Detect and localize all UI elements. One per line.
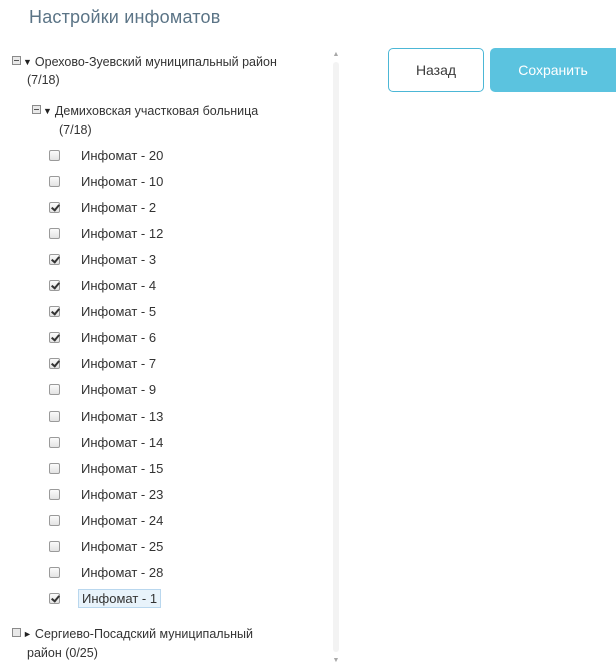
tree-node-district-1-count: (7/18) <box>27 73 60 87</box>
infomat-item-label[interactable]: Инфомат - 28 <box>78 563 166 582</box>
infomat-item[interactable]: Инфомат - 9 <box>49 380 159 400</box>
infomat-item-label[interactable]: Инфомат - 1 <box>78 589 162 609</box>
infomat-checkbox[interactable] <box>49 410 60 422</box>
infomat-item[interactable]: Инфомат - 28 <box>49 563 166 583</box>
scroll-thumb[interactable] <box>333 62 339 652</box>
infomat-item-label[interactable]: Инфомат - 2 <box>78 198 159 217</box>
tree-node-district-1-label: Орехово-Зуевский муниципальный район <box>34 55 277 69</box>
page-title: Настройки инфоматов <box>29 7 221 27</box>
tree-node-hospital[interactable]: ▼ Демиховская участковая больница <box>32 103 258 119</box>
infomat-checkbox[interactable] <box>49 280 60 291</box>
infomat-item-label[interactable]: Инфомат - 10 <box>78 172 166 191</box>
infomat-item-label[interactable]: Инфомат - 12 <box>78 224 166 243</box>
infomat-checkbox[interactable] <box>49 175 60 187</box>
infomat-item[interactable]: Инфомат - 15 <box>49 458 166 478</box>
infomat-checkbox[interactable] <box>49 514 60 526</box>
infomat-item-label[interactable]: Инфомат - 3 <box>78 250 159 269</box>
infomat-item[interactable]: Инфомат - 6 <box>49 328 159 348</box>
infomat-tree-panel[interactable]: ▼ Орехово-Зуевский муниципальный район (7… <box>8 48 340 667</box>
infomat-item[interactable]: Инфомат - 13 <box>49 406 166 426</box>
infomat-item[interactable]: Инфомат - 4 <box>49 276 159 296</box>
infomat-item[interactable]: Инфомат - 12 <box>49 223 166 243</box>
infomat-item[interactable]: Инфомат - 10 <box>49 171 166 191</box>
scroll-up-icon[interactable]: ▲ <box>332 51 340 59</box>
infomat-checkbox[interactable] <box>49 462 60 474</box>
tree-node-district-2-label: Сергиево-Посадский муниципальный <box>34 627 253 641</box>
infomat-checkbox[interactable] <box>49 149 60 161</box>
infomat-checkbox[interactable] <box>49 541 60 552</box>
back-button[interactable]: Назад <box>388 48 484 92</box>
infomat-item[interactable]: Инфомат - 25 <box>49 537 166 557</box>
infomat-item[interactable]: Инфомат - 20 <box>49 145 166 165</box>
infomat-item-label[interactable]: Инфомат - 7 <box>78 354 159 373</box>
infomat-checkbox[interactable] <box>49 201 60 213</box>
infomat-item-label[interactable]: Инфомат - 4 <box>78 276 159 295</box>
infomat-checkbox[interactable] <box>49 567 60 579</box>
infomat-checkbox[interactable] <box>49 227 60 239</box>
infomat-checkbox[interactable] <box>49 593 60 605</box>
infomat-checkbox[interactable] <box>49 436 60 448</box>
infomat-checkbox[interactable] <box>49 253 60 265</box>
infomat-item-label[interactable]: Инфомат - 5 <box>78 302 159 321</box>
infomat-item-label[interactable]: Инфомат - 20 <box>78 146 166 165</box>
infomat-checkbox[interactable] <box>49 358 60 370</box>
infomat-item-label[interactable]: Инфомат - 15 <box>78 459 166 478</box>
infomat-checkbox[interactable] <box>49 332 60 344</box>
infomat-item-label[interactable]: Инфомат - 25 <box>78 537 166 556</box>
infomat-checkbox[interactable] <box>49 384 60 396</box>
tree-node-district-1[interactable]: ▼ Орехово-Зуевский муниципальный район <box>12 54 277 70</box>
square-box-icon[interactable] <box>12 628 21 637</box>
infomat-item-label[interactable]: Инфомат - 6 <box>78 328 159 347</box>
infomat-item-label[interactable]: Инфомат - 13 <box>78 407 166 426</box>
scroll-down-icon[interactable]: ▼ <box>332 657 340 665</box>
save-button[interactable]: Сохранить <box>490 48 616 92</box>
infomat-item-label[interactable]: Инфомат - 23 <box>78 485 166 504</box>
infomat-item[interactable]: Инфомат - 7 <box>49 354 159 374</box>
collapse-icon[interactable] <box>32 105 41 114</box>
triangle-down-icon[interactable]: ▼ <box>43 103 52 119</box>
infomat-checkbox[interactable] <box>49 306 60 318</box>
infomat-item-label[interactable]: Инфомат - 14 <box>78 433 166 452</box>
infomat-item[interactable]: Инфомат - 23 <box>49 484 166 504</box>
triangle-down-icon[interactable]: ▼ <box>23 54 32 70</box>
infomat-item[interactable]: Инфомат - 2 <box>49 197 159 217</box>
infomat-item-label[interactable]: Инфомат - 24 <box>78 511 166 530</box>
infomat-item[interactable]: Инфомат - 14 <box>49 432 166 452</box>
tree-node-district-2[interactable]: ► Сергиево-Посадский муниципальный <box>12 626 253 642</box>
infomat-checkbox[interactable] <box>49 488 60 500</box>
infomat-item[interactable]: Инфомат - 1 <box>49 589 162 609</box>
tree-node-hospital-count: (7/18) <box>59 123 92 137</box>
infomat-item[interactable]: Инфомат - 5 <box>49 302 159 322</box>
infomat-item-label[interactable]: Инфомат - 9 <box>78 380 159 399</box>
infomat-item[interactable]: Инфомат - 3 <box>49 249 159 269</box>
tree-node-hospital-label: Демиховская участковая больница <box>54 104 259 118</box>
infomat-item[interactable]: Инфомат - 24 <box>49 510 166 530</box>
tree-node-district-2-count: район (0/25) <box>27 646 98 660</box>
tree-scrollbar[interactable]: ▲ ▼ <box>332 48 340 667</box>
triangle-right-icon[interactable]: ► <box>23 626 32 642</box>
collapse-icon[interactable] <box>12 56 21 65</box>
